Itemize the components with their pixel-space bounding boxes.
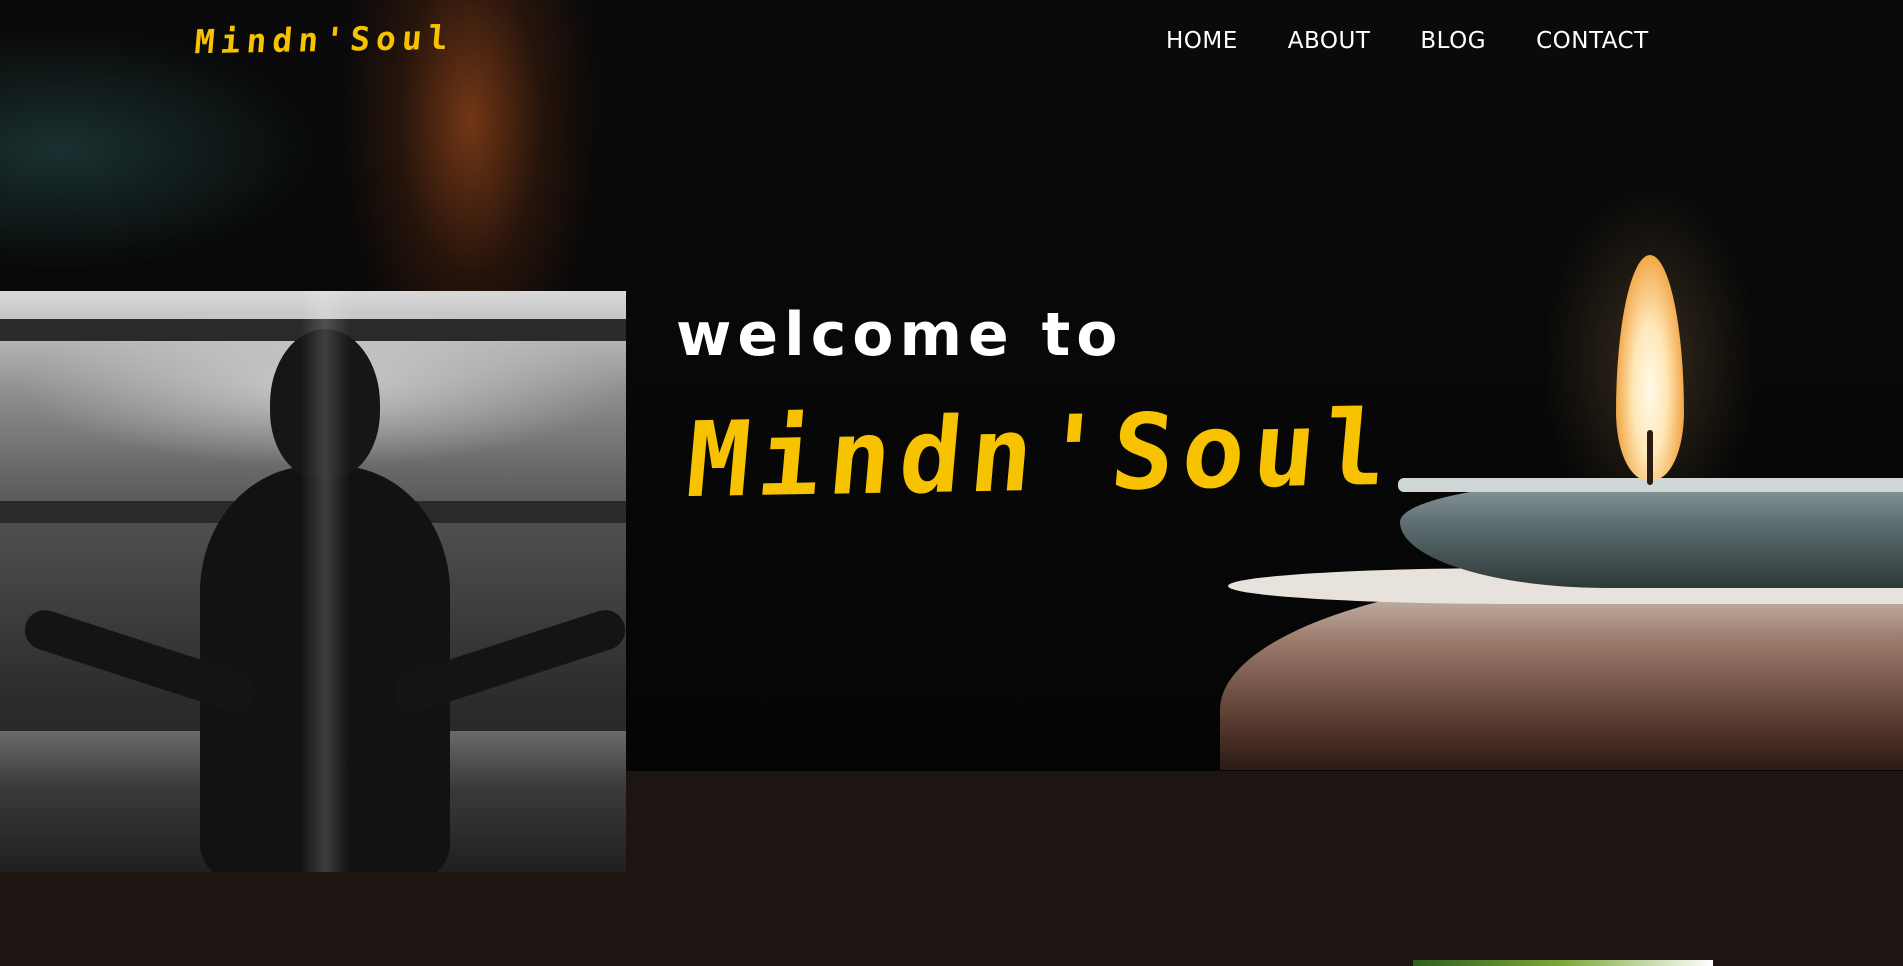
nav-blog[interactable]: BLOG <box>1420 28 1486 54</box>
navbar: Mindn'Soul HOME ABOUT BLOG CONTACT <box>0 0 1903 90</box>
nav-contact[interactable]: CONTACT <box>1536 28 1649 54</box>
light-beam <box>300 291 350 872</box>
nav-links: HOME ABOUT BLOG CONTACT <box>1166 28 1649 54</box>
candle-wick <box>1647 430 1653 485</box>
welcome-heading: welcome to <box>676 300 1124 370</box>
next-section-preview <box>1413 960 1713 966</box>
meditation-photo <box>0 291 626 872</box>
brand-logo[interactable]: Mindn'Soul <box>193 18 456 62</box>
nav-about[interactable]: ABOUT <box>1288 28 1371 54</box>
nav-home[interactable]: HOME <box>1166 28 1238 54</box>
oil-lamp-upper <box>1400 478 1903 588</box>
hero-title: Mindn'Soul <box>682 386 1401 522</box>
